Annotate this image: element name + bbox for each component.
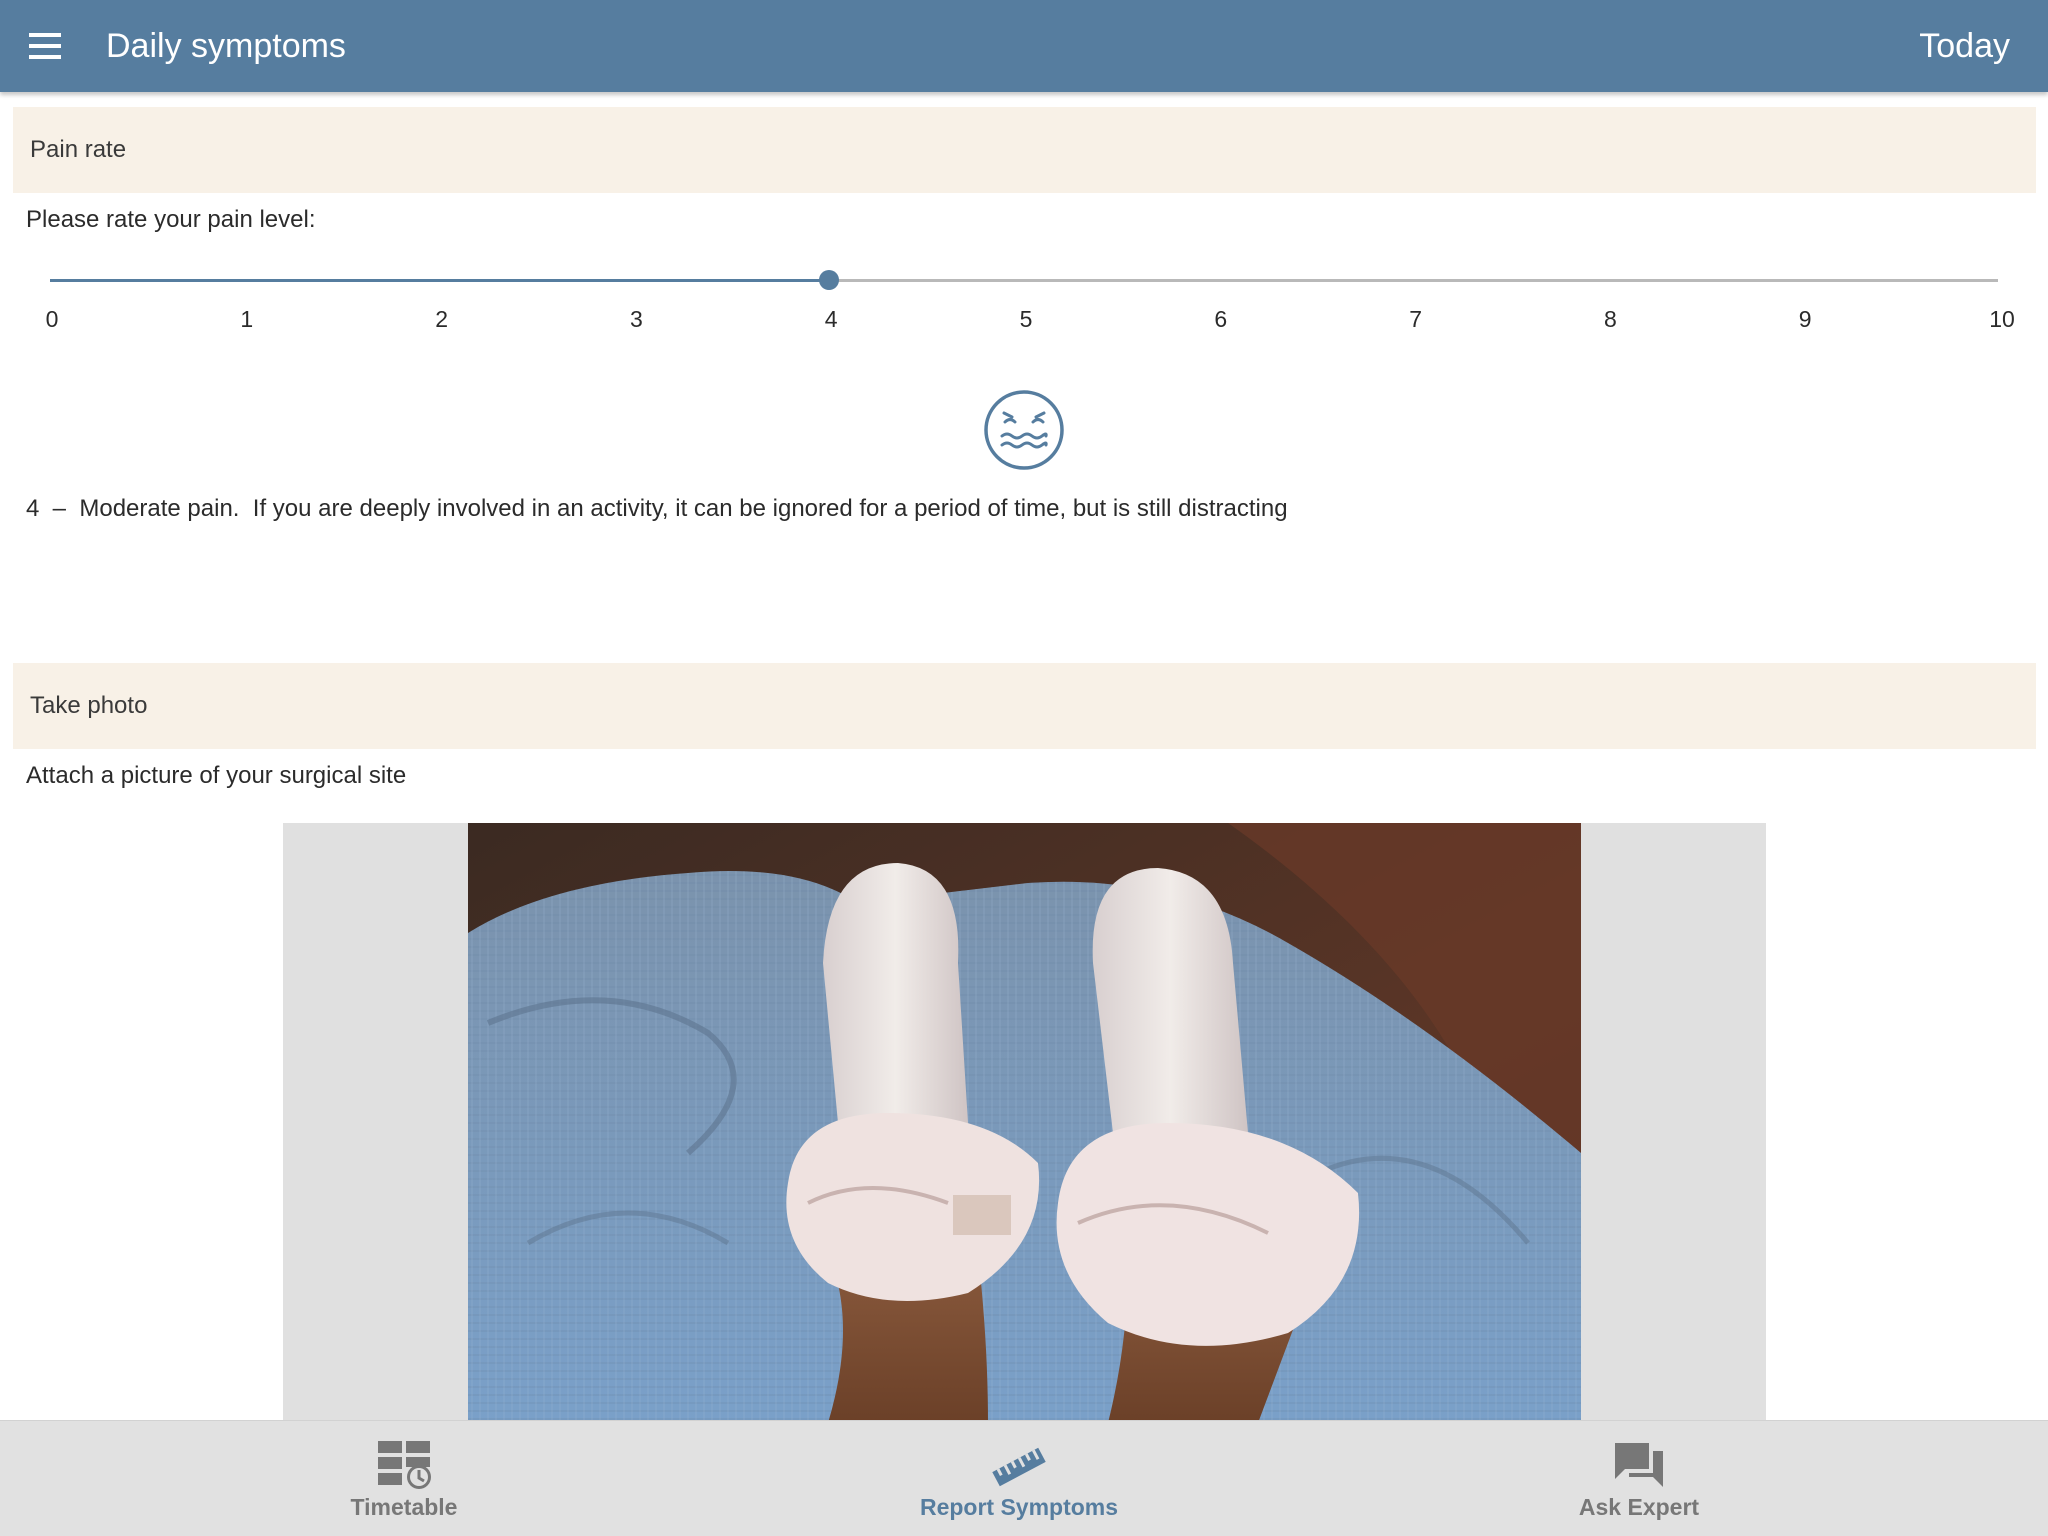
menu-button[interactable] (18, 18, 74, 74)
page-title: Daily symptoms (106, 27, 346, 65)
slider-tick-label: 10 (1989, 306, 2015, 332)
ruler-icon (992, 1447, 1046, 1487)
slider-tick-label: 3 (629, 306, 643, 332)
slider-tick-label: 8 (1603, 306, 1617, 332)
nav-report-symptoms[interactable]: Report Symptoms (869, 1421, 1169, 1536)
take-photo-header: Take photo (13, 663, 2036, 749)
timetable-icon (378, 1441, 431, 1489)
slider-tick-label: 9 (1798, 306, 1812, 332)
today-button[interactable]: Today (1919, 0, 2010, 92)
slider-tick-label: 7 (1409, 306, 1422, 332)
slider-fill (50, 279, 830, 282)
nav-timetable[interactable]: Timetable (254, 1421, 554, 1536)
grimacing-face-icon (984, 390, 1064, 470)
top-app-bar: Daily symptoms Today (0, 0, 2048, 92)
pain-description: 4 – Moderate pain. If you are deeply inv… (26, 495, 1288, 522)
slider-thumb[interactable] (819, 270, 840, 290)
nav-ask-expert[interactable]: Ask Expert (1489, 1421, 1789, 1536)
pain-prompt: Please rate your pain level: (26, 206, 316, 233)
slider-tick-label: 5 (1019, 306, 1033, 332)
photo-preview[interactable] (283, 823, 1766, 1423)
pain-slider[interactable] (50, 266, 1998, 294)
nav-label: Report Symptoms (919, 1494, 1119, 1520)
slider-tick-label: 0 (45, 306, 59, 332)
slider-tick-label: 4 (824, 306, 838, 332)
slider-tick-label: 2 (435, 306, 448, 332)
slider-tick-label: 1 (240, 306, 254, 332)
slider-tick-label: 6 (1214, 306, 1228, 332)
bottom-navigation: Timetable Report Symptoms Ask Expert (0, 1420, 2048, 1536)
nav-label: Ask Expert (1578, 1494, 1700, 1520)
chat-icon (1615, 1443, 1663, 1487)
app: Daily symptoms Today Pain rate Please ra… (0, 0, 2048, 1536)
menu-icon (29, 33, 61, 59)
nav-label: Timetable (350, 1494, 458, 1520)
photo-prompt: Attach a picture of your surgical site (26, 762, 407, 789)
surgical-site-photo (468, 823, 1581, 1423)
pain-rate-header: Pain rate (13, 107, 2036, 193)
